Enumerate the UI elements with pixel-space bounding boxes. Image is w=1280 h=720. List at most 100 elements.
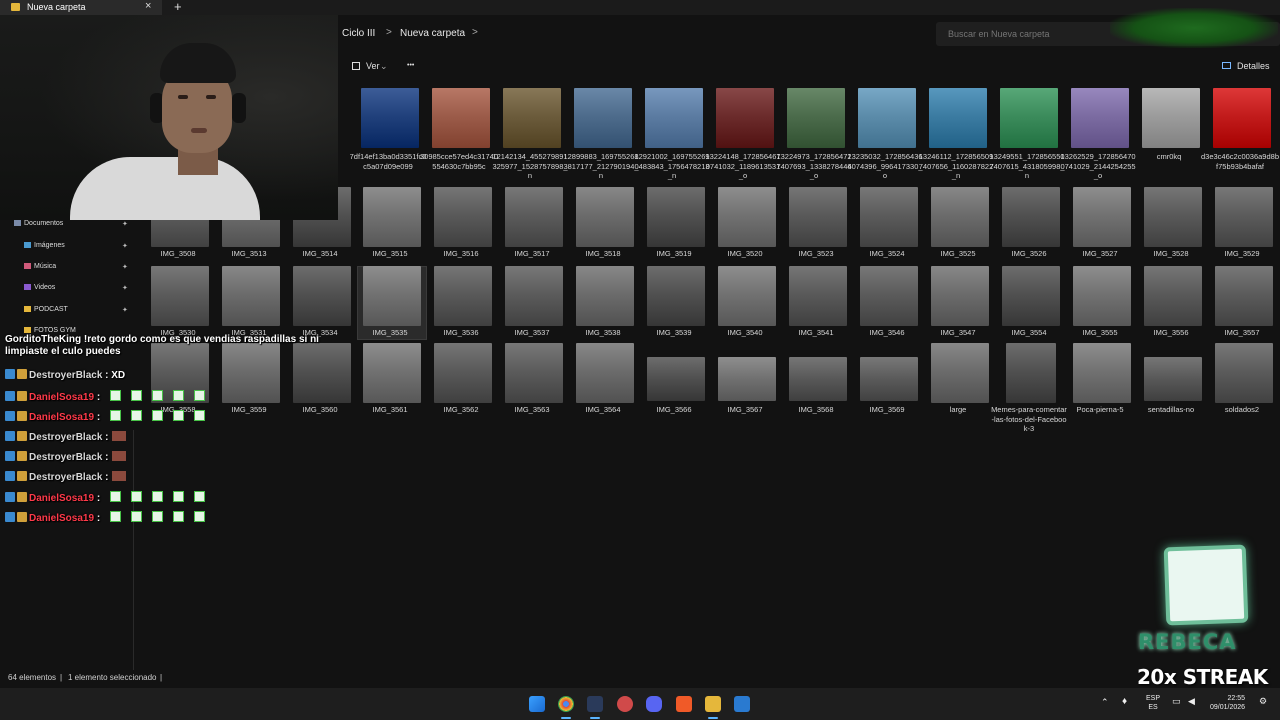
file-thumbnail — [576, 266, 634, 326]
network-icon[interactable]: ▭ — [1172, 697, 1181, 706]
file-thumbnail — [222, 266, 280, 326]
file-thumbnail — [716, 88, 774, 148]
file-name: IMG_3514 — [302, 249, 338, 258]
chat-message: GorditoTheKing !reto gordo como es que v… — [5, 334, 345, 358]
file-thumbnail — [1073, 343, 1131, 403]
clock[interactable]: 22:55 09/01/2026 — [1210, 694, 1245, 712]
chat-username: DanielSosa19 — [29, 412, 95, 423]
chat-text: : — [94, 493, 101, 504]
chat-username: DestroyerBlack — [29, 370, 103, 381]
pin-icon: ✦ — [122, 285, 128, 292]
sidebar-item-documentos[interactable]: Documentos — [14, 220, 63, 227]
sidebar-item-imagenes[interactable]: Imágenes — [24, 242, 65, 249]
file-thumbnail — [858, 88, 916, 148]
file-thumbnail — [931, 343, 989, 403]
chat-username: DestroyerBlack — [29, 472, 103, 483]
language-indicator[interactable]: ESP ES — [1146, 694, 1160, 712]
music-icon — [24, 263, 31, 270]
tab-nueva-carpeta[interactable]: Nueva carpeta × — [0, 0, 162, 15]
badge-icon — [5, 451, 15, 461]
pane-divider[interactable] — [133, 430, 134, 670]
start-icon[interactable] — [529, 696, 545, 712]
view-menu-button[interactable]: Ver — [366, 61, 380, 71]
sidebar-item-podcast[interactable]: PODCAST — [24, 306, 68, 313]
alert-frame — [1163, 544, 1249, 626]
file-thumbnail — [576, 187, 634, 247]
notifications-icon[interactable]: ⚙ — [1259, 697, 1267, 706]
streak-label: 20x STREAK — [1137, 665, 1268, 689]
badge-icon — [5, 411, 15, 421]
file-thumbnail — [1073, 266, 1131, 326]
breadcrumb-ciclo-iii[interactable]: Ciclo III — [342, 28, 375, 39]
volume-icon[interactable]: ◀ — [1188, 697, 1195, 706]
chat-username: DanielSosa19 — [29, 513, 95, 524]
breadcrumb-nueva-carpeta[interactable]: Nueva carpeta — [400, 28, 465, 39]
file-thumbnail — [1144, 266, 1202, 326]
chat-message: DestroyerBlack : — [5, 471, 127, 483]
file-name: IMG_3528 — [1153, 249, 1189, 258]
file-name: Memes-para-comentar-las-fotos-del-Facebo… — [991, 405, 1067, 433]
green-overlay-blob — [1110, 8, 1278, 48]
emote-icon — [173, 390, 185, 401]
app-icon[interactable] — [734, 696, 750, 712]
active-indicator — [708, 717, 718, 719]
brave-icon[interactable] — [676, 696, 692, 712]
file-name: 13235032_1728564364074396_996417330_o — [847, 152, 923, 180]
file-name: IMG_3564 — [585, 405, 621, 414]
file-thumbnail — [361, 88, 419, 148]
sidebar-item-label: PODCAST — [34, 306, 68, 313]
chrome-icon[interactable] — [558, 696, 574, 712]
file-thumbnail — [505, 187, 563, 247]
search-input[interactable] — [948, 29, 1128, 39]
file-explorer-icon[interactable] — [705, 696, 721, 712]
pin-icon: ✦ — [122, 307, 128, 314]
chat-text: : — [94, 392, 101, 403]
file-name: IMG_3538 — [585, 328, 621, 337]
emote-icon — [173, 410, 185, 421]
file-thumbnail — [1215, 187, 1273, 247]
chevron-right-icon[interactable]: > — [472, 27, 478, 38]
emote-icon — [152, 491, 164, 502]
view-icon — [352, 62, 360, 70]
file-thumbnail — [1006, 343, 1056, 403]
file-thumbnail — [1142, 88, 1200, 148]
file-thumbnail — [718, 357, 776, 401]
sidebar-item-videos[interactable]: Videos — [24, 284, 55, 291]
badge-icon — [17, 391, 27, 401]
chat-message: DestroyerBlack : — [5, 431, 127, 443]
file-name: IMG_3527 — [1082, 249, 1118, 258]
file-name: IMG_3513 — [231, 249, 267, 258]
details-button[interactable]: Detalles — [1237, 61, 1270, 71]
badge-icon — [17, 471, 27, 481]
emote-icon — [131, 511, 143, 522]
avatar — [112, 451, 127, 461]
avatar — [112, 431, 127, 441]
file-name: IMG_3539 — [656, 328, 692, 337]
discord-icon[interactable] — [646, 696, 662, 712]
chevron-right-icon: > — [386, 27, 392, 38]
show-hidden-icons-icon[interactable]: ⌃ — [1101, 698, 1109, 707]
sidebar-item-fotos-gym[interactable]: FOTOS GYM — [24, 327, 76, 334]
avatar — [112, 471, 127, 481]
sidebar-item-musica[interactable]: Música — [24, 263, 56, 270]
folder-icon — [24, 327, 31, 334]
file-name: IMG_3526 — [1011, 249, 1047, 258]
time: 22:55 — [1227, 695, 1246, 702]
badge-icon — [17, 369, 27, 379]
file-thumbnail — [645, 88, 703, 148]
file-thumbnail — [860, 266, 918, 326]
file-name: IMG_3547 — [940, 328, 976, 337]
file-thumbnail — [434, 343, 492, 403]
file-name: 12921002_1697552690483843_1756478213_n — [634, 152, 710, 180]
file-thumbnail — [789, 187, 847, 247]
new-tab-icon[interactable]: + — [174, 0, 182, 14]
file-name: 13224973_1728564727407693_1338278446_o — [776, 152, 852, 180]
close-tab-icon[interactable]: × — [145, 0, 151, 12]
file-thumbnail — [1073, 187, 1131, 247]
sidebar-item-label: Imágenes — [34, 242, 65, 249]
microphone-icon[interactable]: ♦ — [1122, 697, 1127, 707]
app-icon[interactable] — [617, 696, 633, 712]
steam-icon[interactable] — [587, 696, 603, 712]
streamer-shirt — [70, 157, 260, 220]
more-options-button[interactable]: ••• — [407, 62, 414, 69]
